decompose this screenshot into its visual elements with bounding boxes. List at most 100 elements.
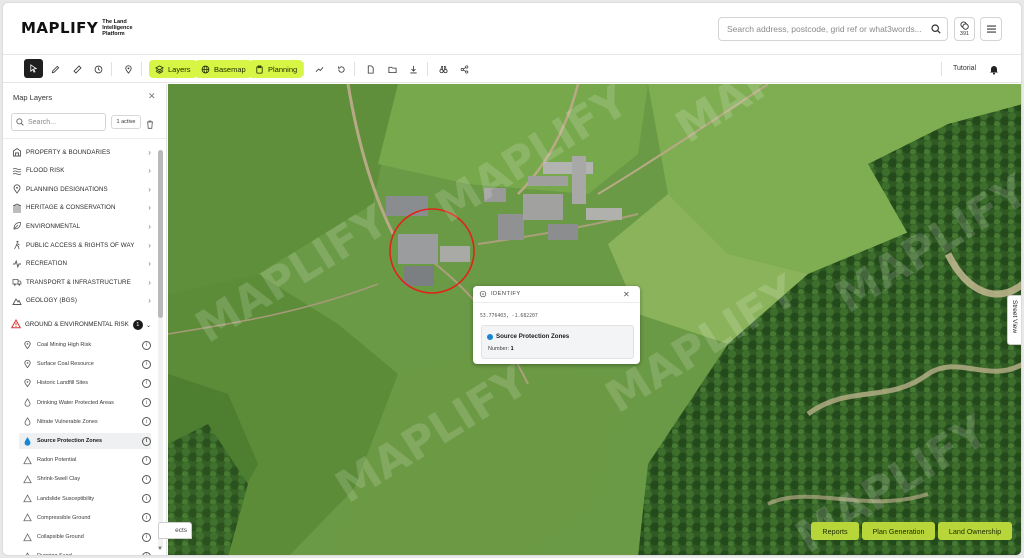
share-button[interactable] (455, 60, 473, 78)
category-label: Property & Boundaries (26, 148, 111, 156)
category-label: Transport & Infrastructure (26, 278, 131, 286)
clipboard-icon (256, 65, 263, 74)
trash-icon[interactable] (146, 116, 154, 134)
address-search-input[interactable]: Search address, postcode, grid ref or wh… (718, 17, 948, 41)
info-icon[interactable]: i (142, 417, 151, 427)
category-ground-environmental-risk[interactable]: Ground & Environmental Risk 1 ⌄ (10, 314, 151, 336)
elevation-tool-button[interactable] (310, 60, 328, 78)
layer-label: Compressible Ground (37, 514, 91, 521)
history-tool-button[interactable] (89, 60, 107, 78)
layer-drinking-water-protected-areas[interactable]: Drinking Water Protected Areas i (19, 395, 151, 411)
category-planning-designations[interactable]: Planning Designations › (11, 181, 151, 197)
layers-button[interactable]: Layers (149, 60, 197, 78)
layer-collapsible-ground[interactable]: Collapsible Ground i (19, 529, 151, 545)
layer-compressible-ground[interactable]: Compressible Ground i (19, 510, 151, 526)
map-layers-panel: Map Layers ✕ Search... 1 active Property… (3, 84, 167, 555)
land-ownership-button[interactable]: Land Ownership (938, 522, 1012, 540)
category-environmental[interactable]: Environmental › (11, 218, 151, 234)
layer-historic-landfill-sites[interactable]: Historic Landfill Sites i (19, 375, 151, 391)
info-icon[interactable]: i (142, 359, 151, 369)
select-tool-button[interactable] (24, 59, 43, 78)
layer-radon-potential[interactable]: Radon Potential i (19, 452, 151, 468)
layer-label: Coal Mining High Risk (37, 342, 92, 348)
pencil-icon (51, 65, 59, 73)
toolbar-divider (427, 62, 428, 76)
hamburger-icon (986, 25, 996, 33)
info-icon[interactable]: i (142, 551, 151, 555)
credits-button[interactable]: 391 (954, 17, 975, 41)
layer-label: Historic Landfill Sites (37, 380, 89, 387)
undo-history-button[interactable] (332, 60, 350, 78)
info-icon[interactable]: i (142, 340, 151, 350)
layer-running-sand[interactable]: Running Sandi (19, 548, 151, 555)
category-public-access-rights-of-way[interactable]: Public Access & Rights of Way › (11, 237, 151, 253)
category-recreation[interactable]: Recreation › (11, 256, 151, 272)
bell-icon[interactable] (989, 62, 999, 80)
layer-source-protection-zones[interactable]: Source Protection Zones i (19, 433, 151, 449)
download-button[interactable] (404, 60, 422, 78)
draw-tool-button[interactable] (46, 60, 64, 78)
info-icon[interactable]: i (142, 398, 151, 408)
basemap-button[interactable]: Basemap (195, 60, 252, 78)
crosshair-icon (479, 290, 487, 298)
toolbar-divider (141, 62, 142, 76)
warning-icon (10, 318, 22, 331)
credits-count: 391 (959, 31, 970, 37)
number-label: Number: (488, 346, 510, 352)
layer-label: Shrink-Swell Clay (37, 476, 81, 483)
category-heritage-conservation[interactable]: Heritage & Conservation › (11, 200, 151, 216)
coins-icon (960, 21, 969, 30)
category-flood-risk[interactable]: Flood Risk › (11, 163, 151, 179)
info-icon[interactable]: i (142, 513, 151, 523)
open-folder-button[interactable] (383, 60, 401, 78)
category-geology-bgs[interactable]: Geology (BGS) › (11, 293, 151, 309)
pin-icon (23, 360, 32, 369)
share-icon (460, 64, 468, 74)
search-icon[interactable] (925, 18, 947, 40)
pin-icon (124, 64, 132, 74)
warning-icon (23, 513, 32, 522)
info-icon[interactable]: i (142, 474, 151, 484)
logo[interactable]: MAPLIFY The Land Intelligence Platform (21, 19, 136, 37)
panel-title: Map Layers (13, 93, 53, 102)
chevron-right-icon: › (148, 147, 151, 157)
toolbar-divider (354, 62, 355, 76)
info-icon[interactable]: i (142, 494, 151, 504)
info-icon[interactable]: i (142, 455, 151, 465)
warning-icon (23, 494, 32, 503)
map-bottom-tab[interactable]: ects (158, 522, 192, 539)
layer-coal-mining-high-risk[interactable]: Coal Mining High Risk i (19, 337, 151, 353)
layer-label: Collapsible Ground (37, 534, 84, 540)
close-icon[interactable]: ✕ (623, 290, 630, 299)
layer-shrink-swell-clay[interactable]: Shrink-Swell Clay i (19, 471, 151, 487)
location-tool-button[interactable] (119, 60, 137, 78)
file-icon (367, 64, 374, 74)
warning-icon (23, 455, 32, 465)
layer-search-input[interactable]: Search... (11, 113, 106, 131)
layer-surface-coal-resource[interactable]: Surface Coal Resource i (19, 356, 151, 372)
tutorial-link[interactable]: Tutorial (953, 65, 976, 72)
globe-icon (201, 65, 210, 73)
new-file-button[interactable] (361, 60, 379, 78)
scroll-down-icon[interactable]: ▼ (157, 546, 163, 552)
info-icon[interactable]: i (142, 532, 151, 542)
layer-nitrate-vulnerable-zones[interactable]: Nitrate Vulnerable Zones i (19, 414, 151, 430)
close-icon[interactable]: ✕ (148, 91, 156, 102)
compare-button[interactable] (434, 60, 452, 78)
logo-tagline: The Land Intelligence Platform (102, 19, 133, 37)
layer-landslide-susceptibility[interactable]: Landslide Susceptibility i (19, 491, 151, 507)
reports-button[interactable]: Reports (811, 522, 859, 540)
info-icon[interactable]: i (142, 378, 151, 388)
panel-scrollbar[interactable] (158, 150, 163, 550)
info-icon[interactable]: i (142, 436, 151, 446)
category-label: Flood Risk (26, 167, 65, 175)
category-property-boundaries[interactable]: Property & Boundaries › (11, 144, 151, 160)
menu-button[interactable] (980, 17, 1002, 41)
scrollbar-thumb[interactable] (158, 150, 163, 318)
category-transport-infrastructure[interactable]: Transport & Infrastructure › (11, 274, 151, 290)
plan-generation-button[interactable]: Plan Generation (862, 522, 935, 540)
street-view-tab[interactable]: Street View (1007, 295, 1021, 345)
measure-tool-button[interactable] (68, 60, 86, 78)
planning-button[interactable]: Planning (249, 60, 304, 78)
identify-result-card[interactable]: Source Protection Zones Number: 1 (481, 325, 634, 359)
